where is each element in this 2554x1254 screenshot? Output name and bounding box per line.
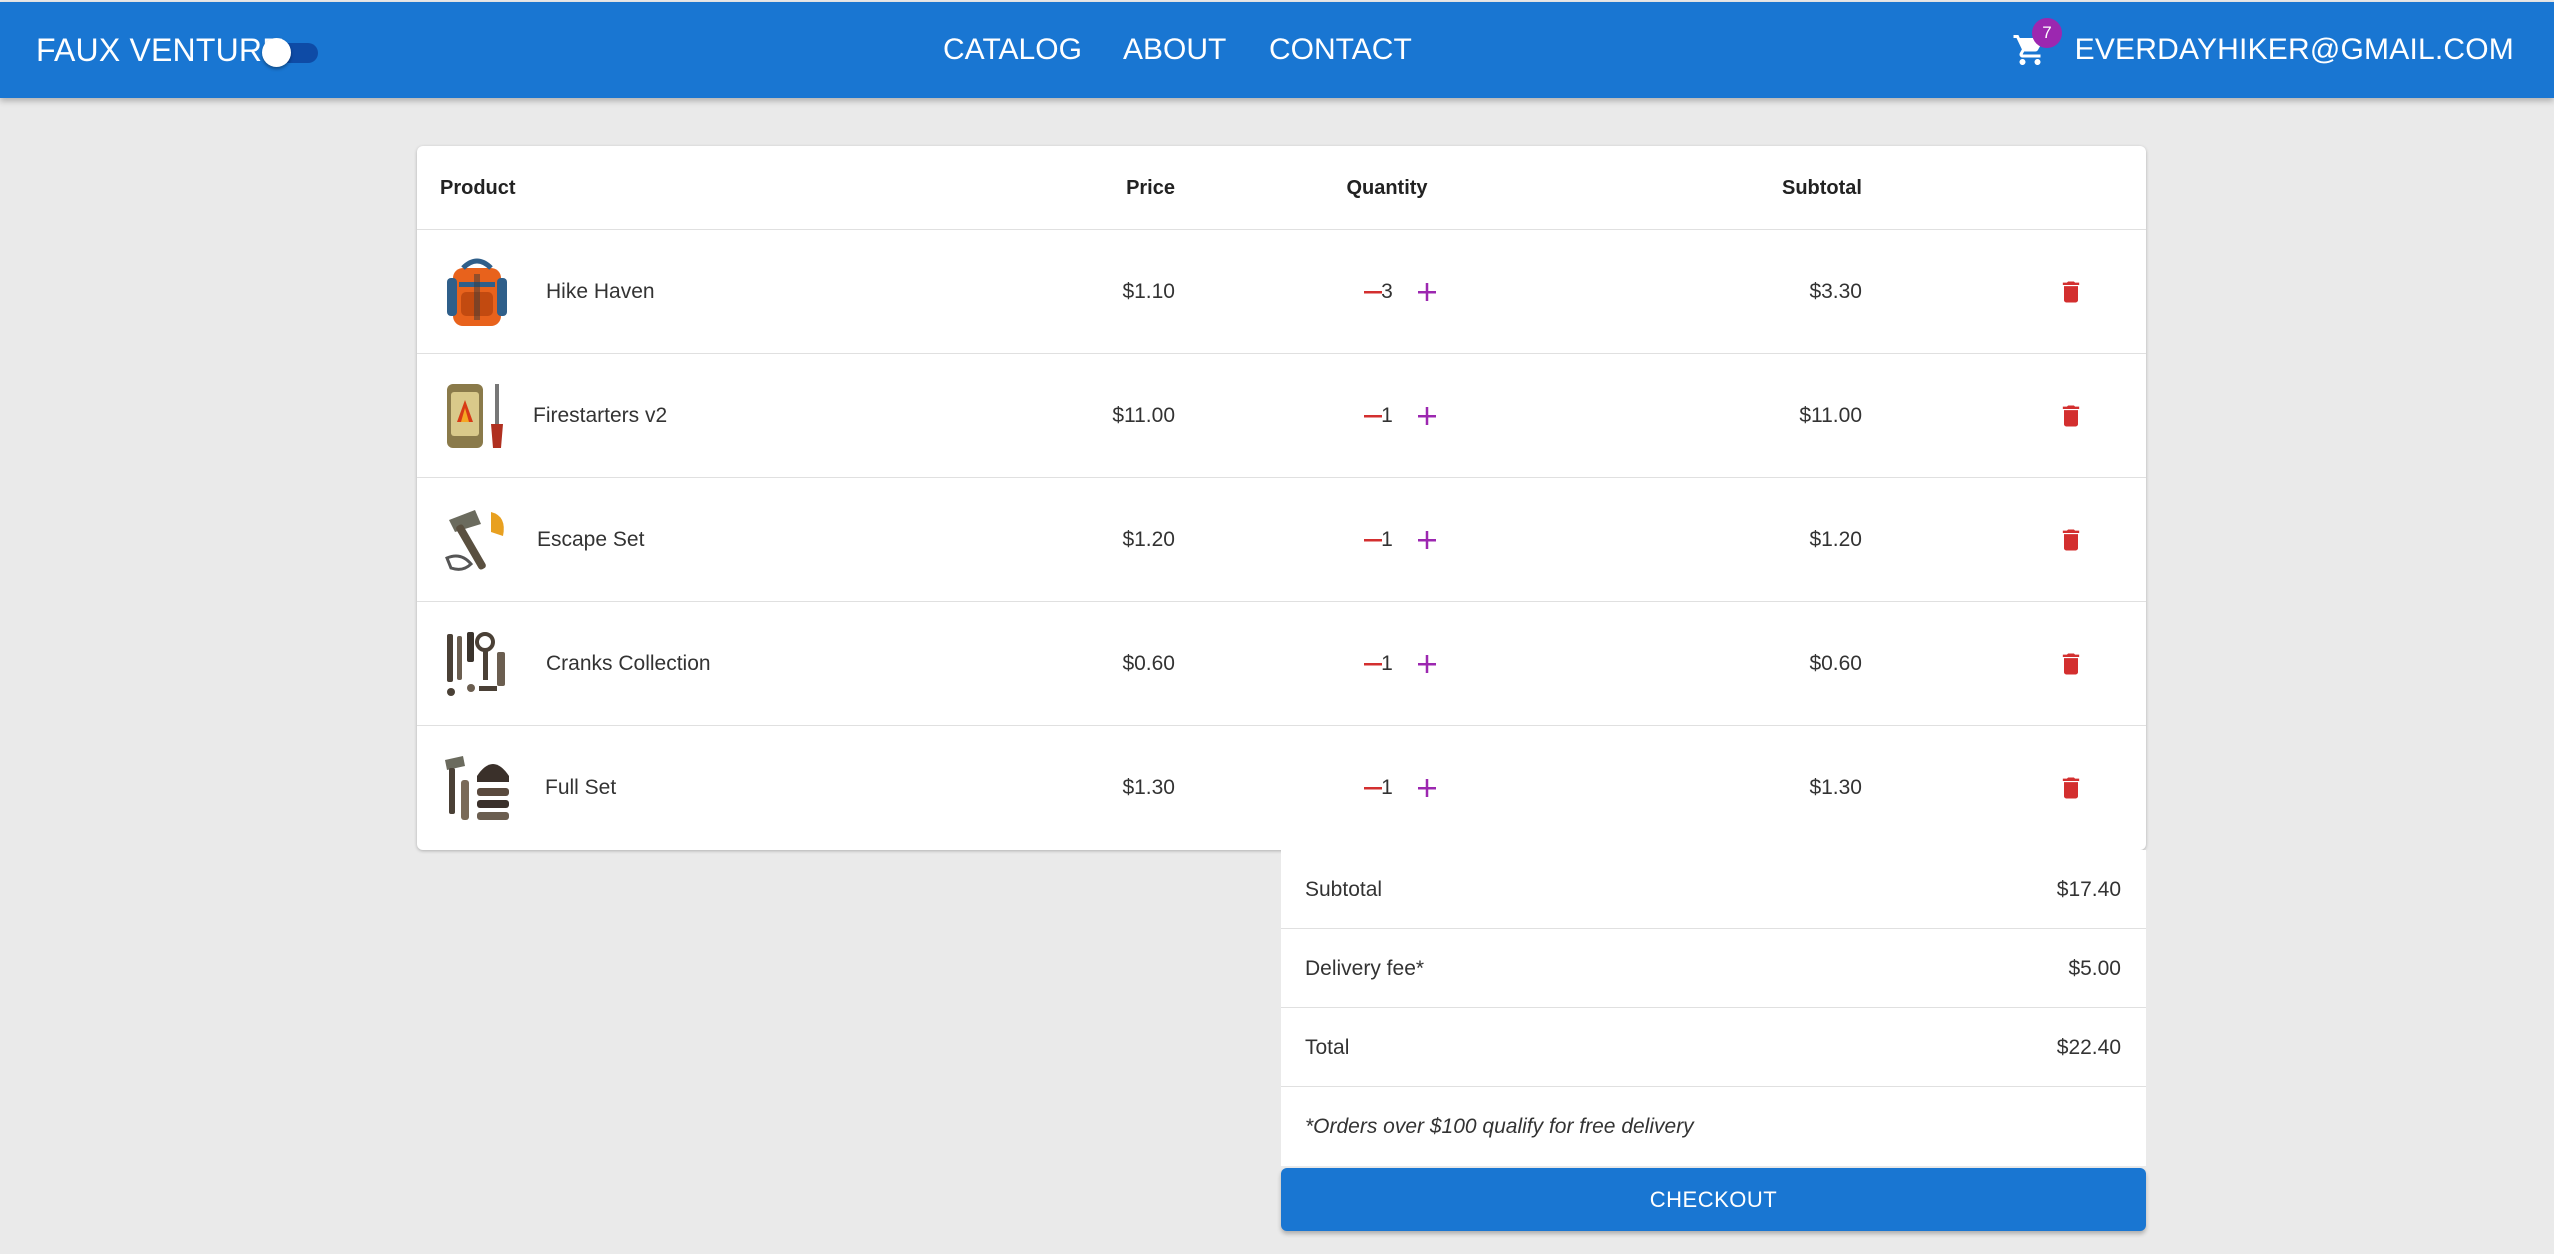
brand-logo[interactable]: FAUX VENTURE bbox=[36, 2, 284, 98]
nav-catalog[interactable]: CATALOG bbox=[943, 2, 1082, 98]
increase-quantity-button[interactable] bbox=[1407, 768, 1447, 808]
increase-quantity-button[interactable] bbox=[1407, 272, 1447, 312]
trash-icon bbox=[2062, 777, 2080, 799]
delete-item-button[interactable] bbox=[2051, 768, 2091, 808]
backpack-icon bbox=[441, 254, 513, 330]
product-price: $0.60 bbox=[1122, 652, 1175, 675]
checkout-button[interactable]: CHECKOUT bbox=[1281, 1168, 2146, 1231]
product-name[interactable]: Escape Set bbox=[537, 478, 644, 602]
trash-icon bbox=[2062, 653, 2080, 675]
summary-total-value: $22.40 bbox=[2056, 1035, 2121, 1059]
trash-icon bbox=[2062, 529, 2080, 551]
gear-set-icon bbox=[441, 750, 513, 826]
increase-quantity-button[interactable] bbox=[1407, 520, 1447, 560]
table-row: Escape Set $1.20 1 $1.20 bbox=[417, 478, 2146, 602]
product-price: $11.00 bbox=[1112, 404, 1175, 427]
cart-table: Product Price Quantity Subtotal Hike Hav… bbox=[417, 146, 2146, 850]
table-header: Product Price Quantity Subtotal bbox=[417, 146, 2146, 230]
product-name[interactable]: Firestarters v2 bbox=[533, 354, 667, 478]
table-row: Hike Haven $1.10 3 $3.30 bbox=[417, 230, 2146, 354]
increase-quantity-button[interactable] bbox=[1407, 644, 1447, 684]
plus-icon bbox=[1418, 531, 1436, 549]
app-bar: FAUX VENTURE CATALOG ABOUT CONTACT 7 EVE… bbox=[0, 2, 2554, 98]
plus-icon bbox=[1418, 779, 1436, 797]
order-summary: Subtotal $17.40 Delivery fee* $5.00 Tota… bbox=[1281, 850, 2146, 1166]
column-header-quantity: Quantity bbox=[1346, 176, 1428, 199]
user-account-email[interactable]: EVERDAYHIKER@GMAIL.COM bbox=[2075, 2, 2514, 98]
delete-item-button[interactable] bbox=[2051, 396, 2091, 436]
product-name[interactable]: Full Set bbox=[545, 726, 616, 850]
cart-count-badge: 7 bbox=[2032, 18, 2062, 48]
plus-icon bbox=[1418, 655, 1436, 673]
row-subtotal: $11.00 bbox=[1799, 404, 1862, 427]
product-price: $1.30 bbox=[1122, 776, 1175, 799]
summary-total-row: Total $22.40 bbox=[1281, 1008, 2146, 1087]
table-row: Cranks Collection $0.60 1 $0.60 bbox=[417, 602, 2146, 726]
column-header-subtotal: Subtotal bbox=[1782, 176, 1862, 199]
plus-icon bbox=[1418, 407, 1436, 425]
theme-toggle[interactable] bbox=[262, 38, 320, 67]
product-price: $1.10 bbox=[1122, 280, 1175, 303]
table-row: Full Set $1.30 1 $1.30 bbox=[417, 726, 2146, 850]
free-delivery-note: *Orders over $100 qualify for free deliv… bbox=[1281, 1087, 2146, 1166]
product-price: $1.20 bbox=[1122, 528, 1175, 551]
trash-icon bbox=[2062, 405, 2080, 427]
row-subtotal: $1.20 bbox=[1809, 528, 1862, 551]
summary-total-label: Total bbox=[1305, 1035, 1350, 1059]
firestarter-icon bbox=[441, 378, 513, 454]
row-subtotal: $3.30 bbox=[1809, 280, 1862, 303]
quantity-value: 1 bbox=[1381, 528, 1393, 551]
summary-delivery-row: Delivery fee* $5.00 bbox=[1281, 929, 2146, 1008]
product-name[interactable]: Cranks Collection bbox=[546, 602, 711, 726]
column-header-product: Product bbox=[440, 176, 516, 199]
delete-item-button[interactable] bbox=[2051, 272, 2091, 312]
quantity-value: 3 bbox=[1381, 280, 1393, 303]
hammer-tools-icon bbox=[441, 502, 513, 578]
trash-icon bbox=[2062, 281, 2080, 303]
quantity-value: 1 bbox=[1381, 652, 1393, 675]
delete-item-button[interactable] bbox=[2051, 644, 2091, 684]
product-name[interactable]: Hike Haven bbox=[546, 230, 655, 354]
nav-about[interactable]: ABOUT bbox=[1123, 2, 1226, 98]
increase-quantity-button[interactable] bbox=[1407, 396, 1447, 436]
summary-delivery-value: $5.00 bbox=[2068, 956, 2121, 980]
summary-subtotal-value: $17.40 bbox=[2056, 877, 2121, 901]
row-subtotal: $0.60 bbox=[1809, 652, 1862, 675]
summary-subtotal-label: Subtotal bbox=[1305, 877, 1383, 901]
summary-subtotal-row: Subtotal $17.40 bbox=[1281, 850, 2146, 929]
toggle-thumb bbox=[262, 38, 291, 67]
tool-set-icon bbox=[441, 626, 513, 702]
summary-delivery-label: Delivery fee* bbox=[1305, 956, 1425, 980]
delete-item-button[interactable] bbox=[2051, 520, 2091, 560]
plus-icon bbox=[1418, 283, 1436, 301]
quantity-value: 1 bbox=[1381, 404, 1393, 427]
quantity-value: 1 bbox=[1381, 776, 1393, 799]
row-subtotal: $1.30 bbox=[1809, 776, 1862, 799]
column-header-price: Price bbox=[1126, 176, 1175, 199]
table-row: Firestarters v2 $11.00 1 $11.00 bbox=[417, 354, 2146, 478]
nav-contact[interactable]: CONTACT bbox=[1269, 2, 1412, 98]
free-delivery-note-text: *Orders over $100 qualify for free deliv… bbox=[1305, 1114, 1694, 1138]
